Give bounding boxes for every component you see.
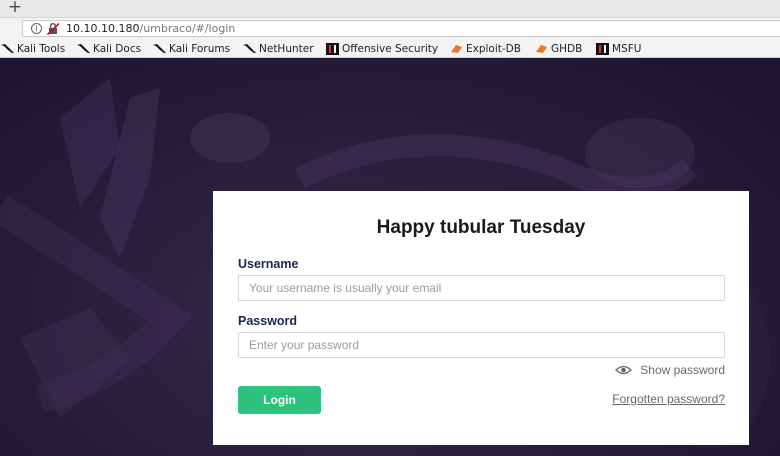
password-label: Password [238,314,298,328]
kali-dragon-icon [1,44,14,53]
bookmark-kali-forums[interactable]: Kali Forums [153,41,230,56]
bookmark-label: NetHunter [259,42,314,55]
offsec-icon [596,42,609,55]
info-icon[interactable]: i [31,23,42,34]
bookmark-label: Offensive Security [342,42,439,55]
exploitdb-icon [536,45,547,53]
greeting-heading: Happy tubular Tuesday [376,217,586,238]
bookmark-msfu[interactable]: MSFU [596,41,641,56]
url-text[interactable]: 10.10.10.180/umbraco/#/login [66,22,235,36]
bookmark-offensive-security[interactable]: Offensive Security [326,41,438,56]
eye-icon [615,365,633,375]
bookmark-nethunter[interactable]: NetHunter [243,41,314,56]
url-host: 10.10.10.180 [66,22,140,35]
address-bar[interactable]: i 10.10.10.180/umbraco/#/login [22,20,780,37]
bookmark-label: MSFU [612,42,642,55]
kali-dragon-icon [153,44,166,53]
bookmark-label: Kali Docs [93,42,142,55]
kali-dragon-icon [77,44,90,53]
show-password-label: Show password [640,363,725,377]
bookmark-label: Kali Tools [17,42,66,55]
password-input[interactable] [238,332,725,358]
new-tab-button[interactable]: + [6,0,24,17]
bookmarks-toolbar: Kali Tools Kali Docs Kali Forums NetHunt… [0,40,780,58]
login-button[interactable]: Login [238,386,321,414]
bookmark-label: Exploit-DB [466,42,521,55]
login-card: Happy tubular Tuesday Username Password … [213,191,749,445]
bookmark-label: Kali Forums [169,42,231,55]
bookmark-kali-tools[interactable]: Kali Tools [1,41,65,56]
bookmark-label: GHDB [551,42,583,55]
tab-strip: + [0,0,780,18]
kali-dragon-icon [243,44,256,53]
bookmark-exploit-db[interactable]: Exploit-DB [450,41,521,56]
username-input[interactable] [238,275,725,301]
insecure-lock-icon[interactable] [47,23,60,35]
username-label: Username [238,257,299,271]
forgotten-password-link[interactable]: Forgotten password? [612,392,725,406]
show-password-toggle[interactable]: Show password [615,363,725,377]
url-path: /umbraco/#/login [139,22,236,35]
offsec-icon [326,42,339,55]
bookmark-kali-docs[interactable]: Kali Docs [77,41,141,56]
navigation-bar: i 10.10.10.180/umbraco/#/login [0,18,780,40]
exploitdb-icon [451,45,462,53]
bookmark-ghdb[interactable]: GHDB [535,41,582,56]
